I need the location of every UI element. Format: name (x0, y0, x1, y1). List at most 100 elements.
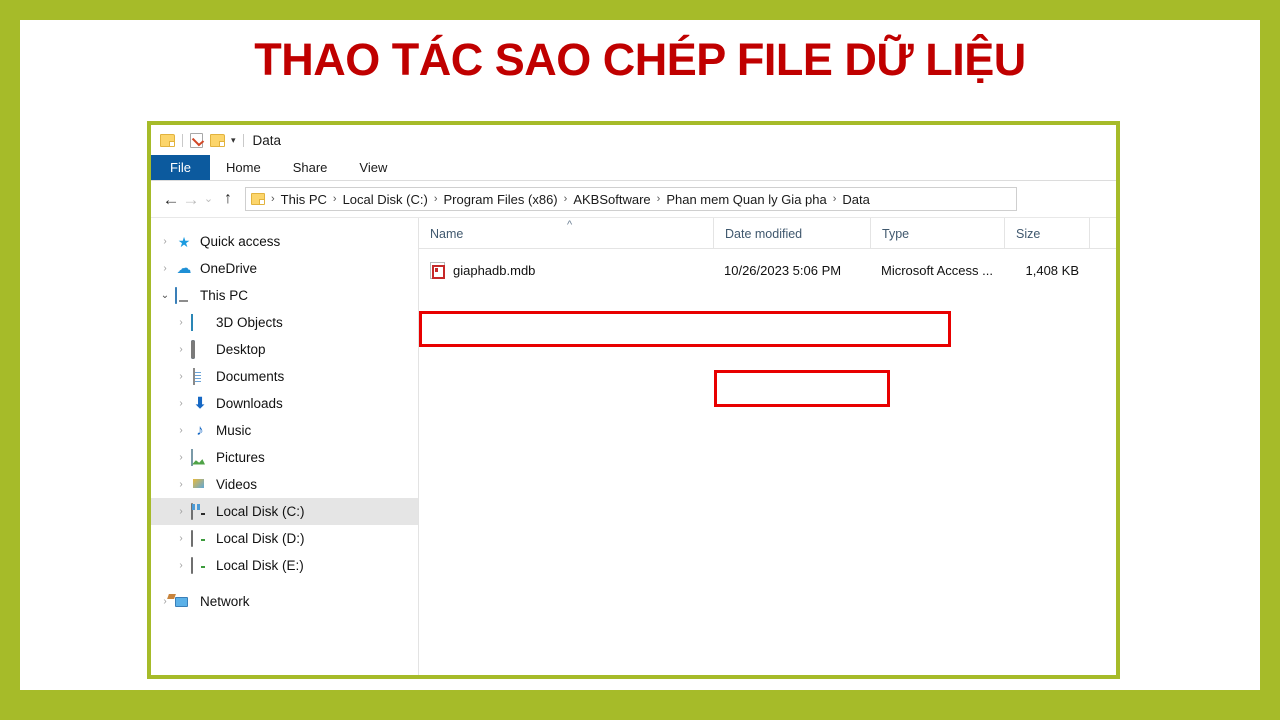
tab-share[interactable]: Share (277, 155, 344, 180)
breadcrumb-item-data[interactable]: Data (842, 192, 869, 207)
toolbar-divider-2 (242, 133, 244, 147)
sidebar-item-music[interactable]: › ♪ Music (151, 417, 418, 444)
address-bar[interactable]: › This PC › Local Disk (C:) › Program Fi… (245, 187, 1017, 211)
computer-icon (175, 286, 193, 304)
properties-checkbox-icon[interactable] (190, 132, 203, 148)
tab-file[interactable]: File (151, 155, 210, 180)
sidebar-item-quick-access[interactable]: › ★ Quick access (151, 228, 418, 255)
breadcrumb-item-program-files[interactable]: Program Files (x86) (444, 192, 558, 207)
sidebar-item-label: Local Disk (D:) (216, 530, 305, 546)
sidebar-item-this-pc[interactable]: ⌄ This PC (151, 282, 418, 309)
breadcrumb-separator-3: › (563, 193, 568, 205)
sidebar-item-label: This PC (200, 287, 249, 303)
chevron-right-icon[interactable]: › (173, 479, 189, 490)
sidebar-item-label: Local Disk (C:) (216, 503, 305, 519)
chevron-right-icon[interactable]: › (157, 236, 173, 247)
new-folder-icon[interactable] (210, 133, 225, 147)
sidebar-item-onedrive[interactable]: › ☁ OneDrive (151, 255, 418, 282)
column-header-size[interactable]: Size (1004, 218, 1089, 248)
chevron-right-icon[interactable]: › (173, 371, 189, 382)
toolbar-divider (182, 133, 183, 147)
breadcrumb-separator-5: › (832, 193, 837, 205)
sidebar-item-pictures[interactable]: › Pictures (151, 444, 418, 471)
chevron-right-icon[interactable]: › (173, 533, 189, 544)
slide-canvas: THAO TÁC SAO CHÉP FILE DỮ LIỆU ▾ Data Fi… (0, 0, 1280, 720)
file-type-cell: Microsoft Access ... (881, 262, 993, 278)
chevron-right-icon[interactable]: › (157, 263, 173, 274)
breadcrumb-item-akbsoftware[interactable]: AKBSoftware (573, 192, 650, 207)
breadcrumb-item-local-disk-c[interactable]: Local Disk (C:) (343, 192, 428, 207)
sidebar-item-documents[interactable]: › Documents (151, 363, 418, 390)
slide-content-area: THAO TÁC SAO CHÉP FILE DỮ LIỆU ▾ Data Fi… (20, 20, 1260, 690)
chevron-right-icon[interactable]: › (173, 560, 189, 571)
picture-icon (191, 448, 209, 466)
page-title: THAO TÁC SAO CHÉP FILE DỮ LIỆU (254, 34, 1026, 85)
sidebar-item-label: Local Disk (E:) (216, 557, 304, 573)
sidebar-item-local-disk-d[interactable]: › Local Disk (D:) (151, 525, 418, 552)
network-icon (175, 594, 193, 610)
breadcrumb-item-this-pc[interactable]: This PC (281, 192, 327, 207)
navigation-pane: › ★ Quick access › ☁ OneDrive ⌄ This PC … (151, 218, 419, 675)
column-header-name[interactable]: Name ^ (419, 218, 713, 248)
video-icon (191, 477, 209, 493)
breadcrumb-separator-4: › (656, 193, 661, 205)
sidebar-item-label: Downloads (216, 395, 283, 411)
file-list: giaphadb.mdb 10/26/2023 5:06 PM Microsof… (419, 258, 1116, 282)
breadcrumb-separator-2: › (433, 193, 438, 205)
breadcrumb-item-phan-mem[interactable]: Phan mem Quan ly Gia pha (666, 192, 826, 207)
document-icon (191, 367, 209, 385)
cloud-icon: ☁ (176, 259, 192, 277)
column-header-type[interactable]: Type (870, 218, 1004, 248)
chevron-right-icon[interactable]: › (173, 398, 189, 409)
column-header-name-label: Name (430, 227, 464, 241)
sidebar-item-local-disk-e[interactable]: › Local Disk (E:) (151, 552, 418, 579)
sidebar-item-label: Music (216, 422, 252, 438)
cube-icon (191, 313, 209, 331)
sidebar-item-videos[interactable]: › Videos (151, 471, 418, 498)
hard-drive-icon (191, 556, 209, 574)
sidebar-item-desktop[interactable]: › Desktop (151, 336, 418, 363)
sidebar-item-label: OneDrive (200, 260, 258, 276)
chevron-down-icon-recent[interactable]: ⌄ (201, 193, 216, 205)
chevron-right-icon[interactable]: › (173, 452, 189, 463)
sidebar-item-downloads[interactable]: › ⬇ Downloads (151, 390, 418, 417)
arrow-left-icon[interactable]: ← (161, 191, 181, 208)
folder-icon[interactable] (160, 133, 175, 147)
file-date-cell: 10/26/2023 5:06 PM (724, 262, 842, 278)
chevron-right-icon[interactable]: › (173, 425, 189, 436)
window-title: Data (252, 132, 282, 148)
file-size-cell: 1,408 KB (1025, 262, 1080, 278)
chevron-right-icon[interactable]: › (173, 506, 189, 517)
breadcrumb-separator-1: › (332, 193, 337, 205)
address-bar-row: ← → ⌄ ↑ › This PC › Local Disk (C:) › Pr… (151, 181, 1116, 218)
sidebar-item-label: Desktop (216, 341, 266, 357)
window-titlebar: ▾ Data (151, 125, 1116, 155)
hard-drive-system-icon (191, 502, 209, 520)
tab-home[interactable]: Home (210, 155, 277, 180)
hard-drive-icon (191, 529, 209, 547)
arrow-up-icon[interactable]: ↑ (218, 191, 238, 207)
sidebar-item-label: Documents (216, 368, 285, 384)
download-icon: ⬇ (193, 394, 207, 412)
explorer-main-area: › ★ Quick access › ☁ OneDrive ⌄ This PC … (151, 218, 1116, 675)
tab-view[interactable]: View (343, 155, 403, 180)
file-list-pane: Name ^ Date modified Type Size giaphadb.… (419, 218, 1116, 675)
ribbon-tab-bar: File Home Share View (151, 155, 1116, 181)
column-header-date-modified[interactable]: Date modified (713, 218, 870, 248)
sidebar-item-label: 3D Objects (216, 314, 283, 330)
chevron-right-icon[interactable]: › (173, 317, 189, 328)
sidebar-item-local-disk-c[interactable]: › Local Disk (C:) (151, 498, 418, 525)
chevron-down-icon[interactable]: ⌄ (157, 290, 173, 301)
file-explorer-window: ▾ Data File Home Share View ← → ⌄ ↑ › Th… (147, 121, 1120, 679)
chevron-right-icon[interactable]: › (173, 344, 189, 355)
arrow-right-icon[interactable]: → (181, 191, 201, 208)
sidebar-item-network[interactable]: › Network (151, 588, 418, 615)
star-icon: ★ (177, 233, 191, 250)
music-note-icon: ♪ (196, 421, 204, 439)
sidebar-item-3d-objects[interactable]: › 3D Objects (151, 309, 418, 336)
breadcrumb-separator-0: › (271, 193, 275, 205)
table-row[interactable]: giaphadb.mdb 10/26/2023 5:06 PM Microsof… (419, 258, 1116, 282)
folder-icon-breadcrumb (251, 193, 265, 205)
chevron-down-icon[interactable]: ▾ (231, 135, 236, 145)
file-name-cell[interactable]: giaphadb.mdb (419, 261, 713, 279)
